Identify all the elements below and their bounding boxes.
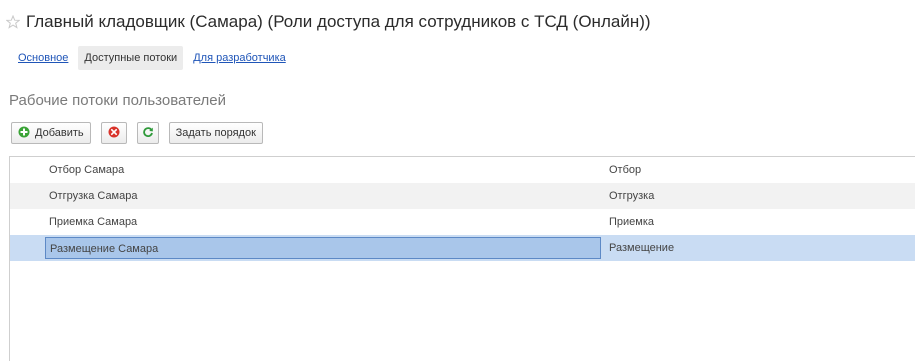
tab-main[interactable]: Основное <box>12 46 74 70</box>
delete-button[interactable] <box>100 122 127 144</box>
section-title: Рабочие потоки пользователей <box>9 92 227 109</box>
delete-circle-icon <box>108 126 120 141</box>
table-row[interactable]: Отгрузка Самара Отгрузка <box>10 183 915 209</box>
add-circle-icon <box>18 126 30 141</box>
flow-name-cell[interactable]: Размещение Самара <box>45 237 601 259</box>
table-row[interactable]: Отбор Самара Отбор <box>10 157 915 183</box>
table-row[interactable]: Приемка Самара Приемка <box>10 209 915 235</box>
flow-type-cell: Отбор <box>609 164 642 176</box>
flow-type-cell: Отгрузка <box>609 190 655 202</box>
refresh-button[interactable] <box>136 122 159 144</box>
toolbar: Добавить Задать порядок <box>11 122 263 144</box>
set-order-label: Задать порядок <box>175 127 256 139</box>
title-row: Главный кладовщик (Самара) (Роли доступа… <box>5 12 651 32</box>
flow-type-cell: Размещение <box>609 242 675 254</box>
tab-available-flows[interactable]: Доступные потоки <box>78 46 184 70</box>
tab-bar: Основное Доступные потоки Для разработчи… <box>12 46 292 70</box>
tab-developer[interactable]: Для разработчика <box>187 46 292 70</box>
page-title: Главный кладовщик (Самара) (Роли доступа… <box>26 12 651 31</box>
flow-type-cell: Приемка <box>609 216 655 228</box>
add-button-label: Добавить <box>35 127 84 139</box>
add-button[interactable]: Добавить <box>11 122 91 144</box>
flow-name-cell: Отгрузка Самара <box>49 190 138 202</box>
set-order-button[interactable]: Задать порядок <box>168 122 263 144</box>
refresh-icon <box>142 126 154 141</box>
favorite-star-icon[interactable] <box>5 14 21 29</box>
flows-table: Отбор Самара Отбор Отгрузка Самара Отгру… <box>9 156 915 361</box>
flow-name-cell: Приемка Самара <box>49 216 138 228</box>
table-row-selected[interactable]: Размещение Самара Размещение <box>10 235 915 261</box>
flow-name-cell: Отбор Самара <box>49 164 125 176</box>
